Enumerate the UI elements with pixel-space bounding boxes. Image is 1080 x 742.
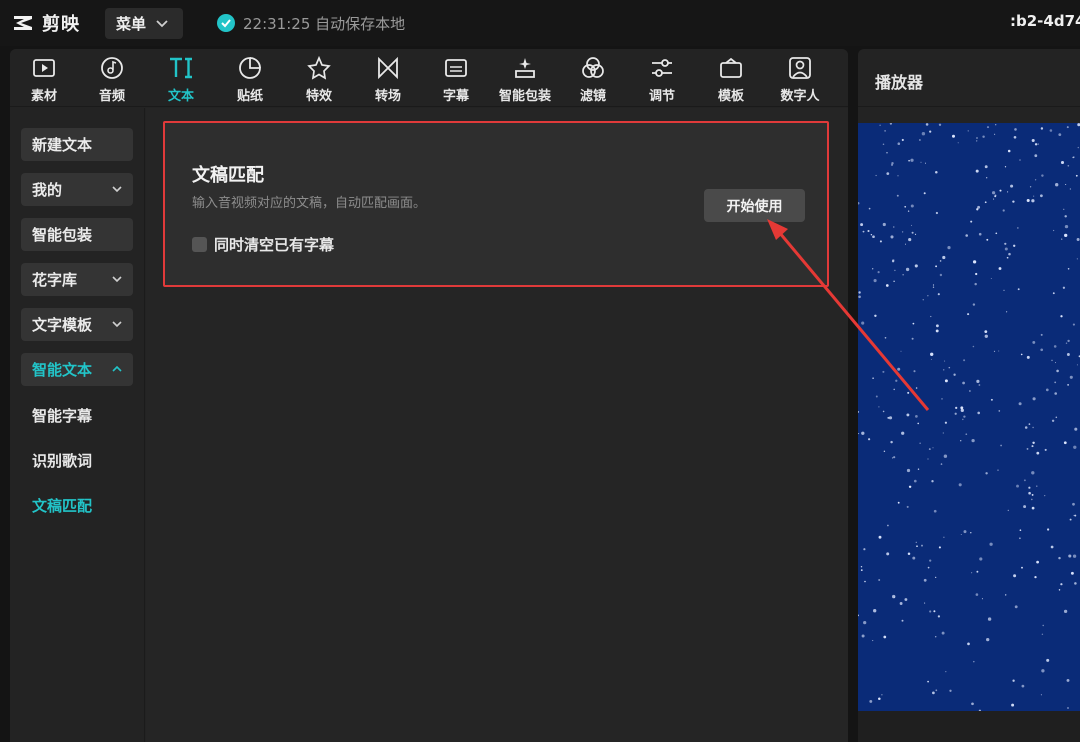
clear-subtitles-label: 同时清空已有字幕 bbox=[214, 236, 335, 254]
project-id: :b2-4d74 bbox=[1010, 12, 1080, 30]
sidebar-item-smart-subtitle[interactable]: 智能字幕 bbox=[32, 405, 92, 426]
tab-subtitle[interactable]: 字幕 bbox=[424, 55, 488, 105]
chevron-down-icon bbox=[112, 276, 122, 283]
subtitle-icon bbox=[445, 59, 467, 77]
card-description: 输入音视频对应的文稿，自动匹配画面。 bbox=[192, 196, 427, 211]
tab-smart-pack[interactable]: 智能包装 bbox=[493, 55, 557, 105]
tab-media[interactable]: 素材 bbox=[12, 55, 76, 105]
digital-human-icon bbox=[789, 57, 811, 79]
chevron-down-icon bbox=[156, 19, 168, 27]
sidebar-item-mine[interactable]: 我的 bbox=[21, 173, 133, 206]
adjust-icon bbox=[652, 59, 672, 77]
menu-button[interactable]: 菜单 bbox=[105, 8, 183, 39]
check-circle-icon bbox=[217, 14, 235, 32]
app-name: 剪映 bbox=[42, 14, 80, 35]
sidebar-item-fancy-text[interactable]: 花字库 bbox=[21, 263, 133, 296]
sidebar-item-lyrics[interactable]: 识别歌词 bbox=[32, 450, 92, 471]
save-status: 22:31:25 自动保存本地 bbox=[217, 12, 405, 34]
video-preview[interactable] bbox=[858, 122, 1080, 712]
player-controls bbox=[858, 711, 1080, 742]
player-title: 播放器 bbox=[875, 73, 924, 92]
chevron-down-icon bbox=[112, 321, 122, 328]
media-icon bbox=[33, 59, 55, 77]
player-panel: 播放器 bbox=[858, 49, 1080, 742]
sidebar-item-smart-text[interactable]: 智能文本 bbox=[21, 353, 133, 386]
tab-transition[interactable]: 转场 bbox=[356, 55, 420, 105]
tab-digital-human[interactable]: 数字人 bbox=[768, 55, 832, 105]
sidebar-item-new-text[interactable]: 新建文本 bbox=[21, 128, 133, 161]
chevron-down-icon bbox=[112, 186, 122, 193]
clear-subtitles-option[interactable]: 同时清空已有字幕 bbox=[192, 234, 334, 255]
start-button[interactable]: 开始使用 bbox=[704, 189, 805, 222]
sidebar-item-script-match[interactable]: 文稿匹配 bbox=[32, 495, 92, 516]
tab-template[interactable]: 模板 bbox=[699, 55, 763, 105]
menu-label: 菜单 bbox=[116, 15, 147, 33]
template-icon bbox=[720, 57, 742, 78]
card-title: 文稿匹配 bbox=[192, 165, 264, 186]
category-toolbar: 素材 音频 文本 贴纸 特效 转场 字幕 智能包装 滤镜 调节 模板 数字人 bbox=[10, 49, 848, 107]
transition-icon bbox=[378, 56, 398, 80]
clear-subtitles-checkbox[interactable] bbox=[192, 237, 207, 252]
sticker-icon bbox=[239, 57, 261, 79]
content-area: 文稿匹配 输入音视频对应的文稿，自动匹配画面。 开始使用 同时清空已有字幕 bbox=[146, 108, 848, 742]
player-header: 播放器 bbox=[858, 49, 1080, 107]
tab-text[interactable]: 文本 bbox=[149, 55, 213, 105]
script-match-card: 文稿匹配 输入音视频对应的文稿，自动匹配画面。 开始使用 同时清空已有字幕 bbox=[163, 121, 829, 287]
effects-icon bbox=[307, 55, 331, 80]
text-icon bbox=[170, 57, 192, 79]
text-sidebar: 新建文本 我的 智能包装 花字库 文字模板 智能文本 智能字幕 识别歌词 文稿匹… bbox=[10, 108, 145, 742]
capcut-logo-icon bbox=[14, 16, 32, 30]
starfield-image bbox=[858, 122, 1080, 712]
tab-effects[interactable]: 特效 bbox=[287, 55, 351, 105]
smart-pack-icon bbox=[515, 58, 535, 78]
resource-panel: 素材 音频 文本 贴纸 特效 转场 字幕 智能包装 滤镜 调节 模板 数字人 新… bbox=[10, 49, 848, 742]
top-bar: 剪映 菜单 22:31:25 自动保存本地 :b2-4d74 bbox=[0, 0, 1080, 46]
tab-sticker[interactable]: 贴纸 bbox=[218, 55, 282, 105]
app-logo: 剪映 bbox=[12, 10, 80, 36]
save-status-text: 22:31:25 自动保存本地 bbox=[243, 14, 406, 33]
tab-filter[interactable]: 滤镜 bbox=[561, 55, 625, 105]
filter-icon bbox=[582, 57, 604, 78]
sidebar-item-smart-pack[interactable]: 智能包装 bbox=[21, 218, 133, 251]
tab-audio[interactable]: 音频 bbox=[80, 55, 144, 105]
tab-adjust[interactable]: 调节 bbox=[630, 55, 694, 105]
sidebar-item-text-template[interactable]: 文字模板 bbox=[21, 308, 133, 341]
chevron-up-icon bbox=[112, 365, 122, 372]
audio-icon bbox=[101, 57, 123, 79]
